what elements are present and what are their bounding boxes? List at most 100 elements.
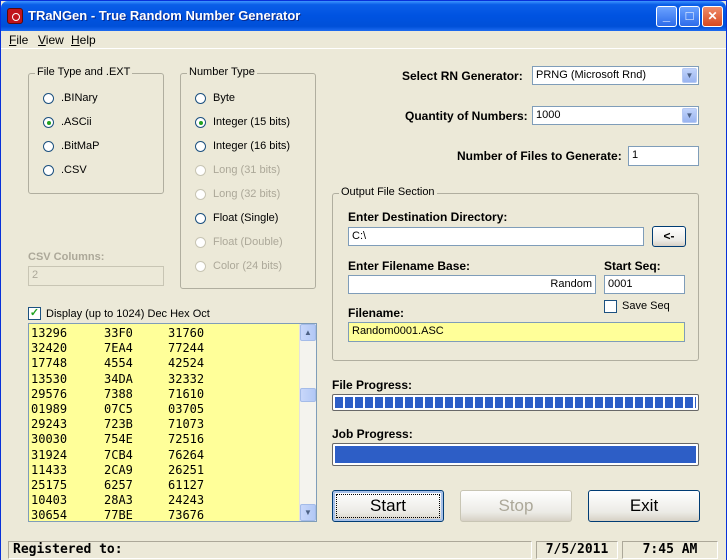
start-seq-label: Start Seq: — [604, 259, 661, 273]
radio-int16-indicator[interactable] — [195, 141, 206, 152]
generator-value: PRNG (Microsoft Rnd) — [536, 69, 647, 81]
list-oct-value: 03705 — [168, 402, 205, 416]
save-seq-label: Save Seq — [622, 300, 670, 312]
check-icon: ✓ — [29, 307, 40, 319]
radio-bitmap-indicator[interactable] — [43, 141, 54, 152]
maximize-button[interactable]: □ — [679, 6, 700, 27]
start-seq-input[interactable]: 0001 — [604, 275, 685, 294]
browse-button[interactable]: <- — [652, 226, 686, 247]
chevron-up-icon: ▲ — [304, 328, 312, 337]
radio-long32-indicator — [195, 189, 206, 200]
list-dec-value: 17748 — [31, 356, 68, 371]
number-list[interactable]: 13296 33F0 31760 32420 7EA4 77244 17748 4554 425… — [28, 323, 317, 522]
scroll-up-button[interactable]: ▲ — [300, 324, 316, 341]
dest-dir-input[interactable]: C:\ — [348, 227, 644, 246]
title-bar[interactable]: TRaNGen - True Random Number Generator _… — [1, 1, 726, 31]
menu-help[interactable]: Help — [71, 33, 96, 47]
quantity-select[interactable]: 1000 ▼ — [532, 106, 699, 125]
list-hex-value: 4554 — [104, 356, 133, 371]
output-file-title: Output File Section — [339, 186, 437, 198]
radio-int15-indicator[interactable] — [195, 117, 206, 128]
dest-dir-label: Enter Destination Directory: — [348, 210, 508, 224]
list-hex-value: 7CB4 — [104, 447, 133, 462]
filename-label: Filename: — [348, 306, 405, 320]
file-type-title: File Type and .EXT — [35, 66, 133, 78]
close-icon: ✕ — [707, 9, 718, 23]
list-oct-value: 31760 — [168, 326, 205, 340]
radio-float-double-indicator — [195, 237, 206, 248]
list-dec-value: 29243 — [31, 417, 68, 432]
generator-dropdown-button[interactable]: ▼ — [682, 68, 697, 83]
window-title: TRaNGen - True Random Number Generator — [28, 8, 301, 23]
app-window: TRaNGen - True Random Number Generator _… — [0, 0, 727, 560]
radio-byte-indicator[interactable] — [195, 93, 206, 104]
radio-float-single-indicator[interactable] — [195, 213, 206, 224]
quantity-label: Quantity of Numbers: — [405, 109, 528, 123]
list-dec-value: 31924 — [31, 447, 68, 462]
close-button[interactable]: ✕ — [702, 6, 723, 27]
list-dec-value: 30654 — [31, 508, 68, 522]
list-dec-value: 25175 — [31, 478, 68, 492]
display-checkbox-label: Display (up to 1024) Dec Hex Oct — [46, 308, 210, 320]
file-progress-fill — [335, 397, 696, 408]
display-checkbox[interactable]: ✓ — [28, 307, 41, 320]
job-progress-bar — [332, 443, 699, 466]
generator-label: Select RN Generator: — [402, 69, 523, 83]
save-seq-checkbox[interactable] — [604, 300, 617, 313]
list-dec-value: 10403 — [31, 493, 68, 508]
list-oct-value: 76264 — [168, 447, 205, 462]
status-date: 7/5/2011 — [536, 541, 618, 559]
generator-select[interactable]: PRNG (Microsoft Rnd) ▼ — [532, 66, 699, 85]
radio-csv-indicator[interactable] — [43, 165, 54, 176]
filename-base-input[interactable]: Random — [348, 275, 596, 294]
list-hex-value: 28A3 — [104, 493, 133, 508]
csv-columns-input[interactable]: 2 — [28, 266, 164, 286]
list-dec-value: 01989 — [31, 402, 68, 416]
menu-view[interactable]: View — [38, 33, 64, 47]
list-oct-value: 61127 — [168, 478, 205, 492]
list-oct-value: 26251 — [168, 462, 205, 477]
job-progress-fill — [335, 446, 696, 463]
list-oct-value: 72516 — [168, 432, 205, 447]
radio-ascii-indicator[interactable] — [43, 117, 54, 128]
minimize-icon: _ — [662, 8, 671, 23]
files-input[interactable]: 1 — [628, 146, 699, 166]
minimize-button[interactable]: _ — [656, 6, 677, 27]
list-oct-value: 71073 — [168, 417, 205, 432]
chevron-down-icon: ▼ — [685, 71, 694, 80]
list-dec-value: 13296 — [31, 326, 68, 340]
maximize-icon: □ — [685, 8, 694, 23]
list-scrollbar[interactable]: ▲ ▼ — [299, 324, 316, 521]
menu-file[interactable]: File — [9, 33, 28, 47]
scroll-down-button[interactable]: ▼ — [300, 504, 316, 521]
list-hex-value: 6257 — [104, 478, 133, 492]
radio-binary-indicator[interactable] — [43, 93, 54, 104]
list-dec-value: 30030 — [31, 432, 68, 447]
scroll-thumb[interactable] — [300, 388, 316, 402]
focus-outline — [336, 494, 440, 518]
filename-base-label: Enter Filename Base: — [348, 259, 471, 273]
exit-button[interactable]: Exit — [588, 490, 700, 522]
csv-columns-label: CSV Columns: — [28, 251, 105, 263]
list-hex-value: 77BE — [104, 508, 133, 522]
filename-output: Random0001.ASC — [348, 322, 685, 342]
job-progress-label: Job Progress: — [332, 427, 413, 441]
quantity-dropdown-button[interactable]: ▼ — [682, 108, 697, 123]
start-button[interactable]: Start — [332, 490, 444, 522]
list-oct-value: 32332 — [168, 371, 205, 386]
list-hex-value: 33F0 — [104, 326, 133, 340]
list-hex-value: 723B — [104, 417, 133, 432]
file-progress-bar — [332, 394, 699, 411]
status-registered: Registered to: — [8, 541, 532, 559]
radio-color24-indicator — [195, 261, 206, 272]
list-dec-value: 11433 — [31, 462, 68, 477]
list-hex-value: 7388 — [104, 386, 133, 401]
list-dec-value: 13530 — [31, 371, 68, 386]
file-type-group: File Type and .EXT .BINary .ASCii .BitMa… — [28, 66, 164, 194]
app-icon[interactable] — [7, 8, 23, 24]
list-oct-value: 42524 — [168, 356, 205, 371]
file-progress-label: File Progress: — [332, 378, 413, 392]
stop-button: Stop — [460, 490, 572, 522]
quantity-value: 1000 — [536, 109, 561, 121]
status-bar: Registered to: 7/5/2011 7:45 AM — [1, 540, 726, 560]
